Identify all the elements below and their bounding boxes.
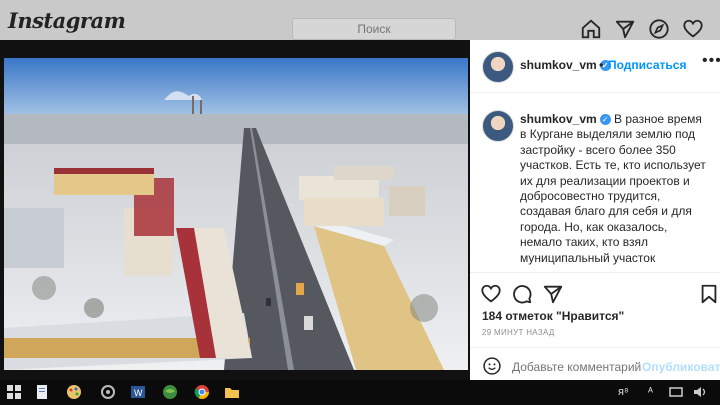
post-caption: shumkov_vm ✓ В разное время в Кургане выд…: [520, 112, 710, 270]
windows-taskbar: W ᴙ⁸ ᴬ: [0, 380, 720, 405]
instagram-logo[interactable]: Instagram: [8, 8, 126, 33]
word-icon[interactable]: W: [130, 384, 146, 400]
caption-username[interactable]: shumkov_vm: [520, 112, 597, 126]
network-icon[interactable]: [668, 384, 684, 400]
home-icon[interactable]: [580, 18, 602, 40]
separator-dot: •: [599, 58, 604, 72]
globe-icon[interactable]: [162, 384, 178, 400]
post-timestamp: 29 МИНУТ НАЗАД: [482, 328, 555, 337]
tray-text-2[interactable]: ᴬ: [648, 386, 653, 398]
more-options-icon[interactable]: •••: [702, 52, 720, 70]
folder-icon[interactable]: [224, 384, 240, 400]
like-icon[interactable]: [480, 283, 502, 305]
post-header: shumkov_vm ✓ • Подписаться •••: [470, 40, 720, 93]
activity-icon[interactable]: [682, 18, 704, 40]
comment-form: Опубликовать: [470, 347, 720, 380]
post-photo[interactable]: [4, 58, 468, 370]
chrome-icon[interactable]: [194, 384, 210, 400]
comment-icon[interactable]: [511, 283, 533, 305]
file-icon[interactable]: [34, 384, 50, 400]
likes-count[interactable]: 184 отметок "Нравится": [482, 309, 624, 323]
comment-input[interactable]: [512, 360, 642, 374]
caption-avatar[interactable]: [482, 110, 514, 142]
aerial-city-image: [4, 58, 468, 370]
bookmark-icon[interactable]: [698, 283, 720, 305]
author-avatar[interactable]: [482, 51, 514, 83]
svg-text:W: W: [134, 388, 143, 398]
top-nav-bar: Instagram: [0, 0, 720, 40]
post-side-panel: shumkov_vm ✓ • Подписаться ••• shumkov_vm…: [470, 40, 720, 380]
direct-icon[interactable]: [614, 18, 636, 40]
start-icon[interactable]: [6, 384, 22, 400]
post-actions: 184 отметок "Нравится" 29 МИНУТ НАЗАД Оп…: [470, 272, 720, 380]
explore-icon[interactable]: [648, 18, 670, 40]
settings-icon[interactable]: [100, 384, 116, 400]
follow-button[interactable]: Подписаться: [608, 58, 686, 72]
caption-text: В разное время в Кургане выделяли землю …: [520, 112, 706, 270]
volume-icon[interactable]: [692, 384, 708, 400]
search-input[interactable]: [292, 18, 456, 40]
verified-badge-icon: ✓: [599, 114, 611, 126]
emoji-icon[interactable]: [482, 356, 502, 376]
paint-icon[interactable]: [66, 384, 82, 400]
instagram-page: Instagram Поиск shumkov_vm ✓ • Подписать…: [0, 0, 720, 380]
tray-text-1[interactable]: ᴙ⁸: [618, 386, 629, 398]
author-username[interactable]: shumkov_vm ✓: [520, 58, 611, 72]
share-icon[interactable]: [542, 283, 564, 305]
publish-button[interactable]: Опубликовать: [642, 360, 720, 374]
